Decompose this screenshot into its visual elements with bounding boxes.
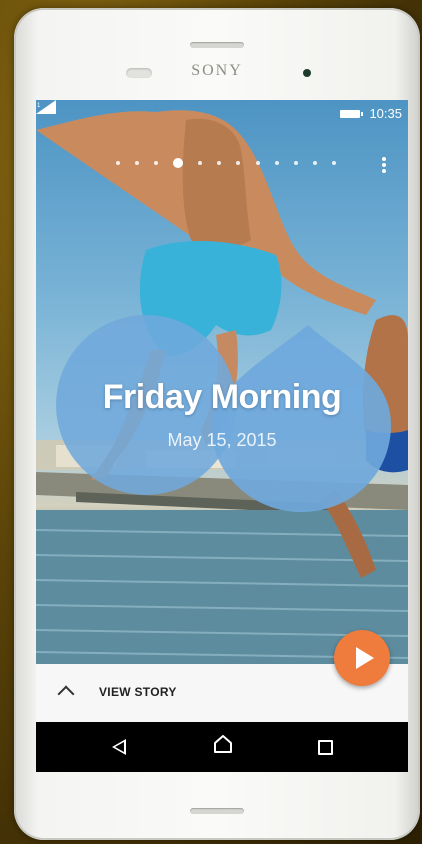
recent-apps-icon[interactable] [318,740,333,755]
navigation-bar [36,722,408,772]
pager-dot[interactable] [274,161,279,165]
home-icon[interactable] [213,734,233,754]
play-icon [355,647,374,669]
svg-text:1: 1 [37,103,41,109]
back-icon[interactable] [112,739,126,755]
pager-dot[interactable] [236,161,241,165]
more-vert-icon[interactable] [382,157,386,173]
earpiece [190,42,244,48]
pager-dot[interactable] [293,161,298,165]
brand-logo: SONY [191,62,243,79]
pager-dot[interactable] [154,161,159,165]
story-title: Friday Morning [102,378,342,416]
bottom-speaker-grille [190,808,244,814]
pager-dot[interactable] [255,161,260,165]
pager-dot[interactable] [198,161,203,165]
pager-dot[interactable] [135,161,140,165]
battery-icon [340,110,363,118]
view-story-label[interactable]: VIEW STORY [99,685,177,699]
phone-body: SONY 1 10:35 Friday Morning May 15, 2015… [14,8,420,840]
front-camera [303,69,311,77]
status-bar: 1 10:35 [36,100,408,126]
story-cover-photo[interactable]: 1 10:35 Friday Morning May 15, 2015 [36,100,408,664]
pager-dot[interactable] [116,161,120,165]
status-time: 10:35 [369,106,402,121]
story-date: May 15, 2015 [167,430,277,450]
story-pager[interactable] [116,156,336,170]
pager-dot[interactable] [217,161,222,165]
signal-icon: 1 [36,100,56,114]
play-button[interactable] [334,630,390,686]
screen: 1 10:35 Friday Morning May 15, 2015 VIEW… [36,100,408,772]
pager-dot[interactable] [312,161,317,165]
pager-dot-active[interactable] [173,158,184,168]
chevron-up-icon[interactable] [57,685,75,703]
pager-dot[interactable] [331,161,336,165]
